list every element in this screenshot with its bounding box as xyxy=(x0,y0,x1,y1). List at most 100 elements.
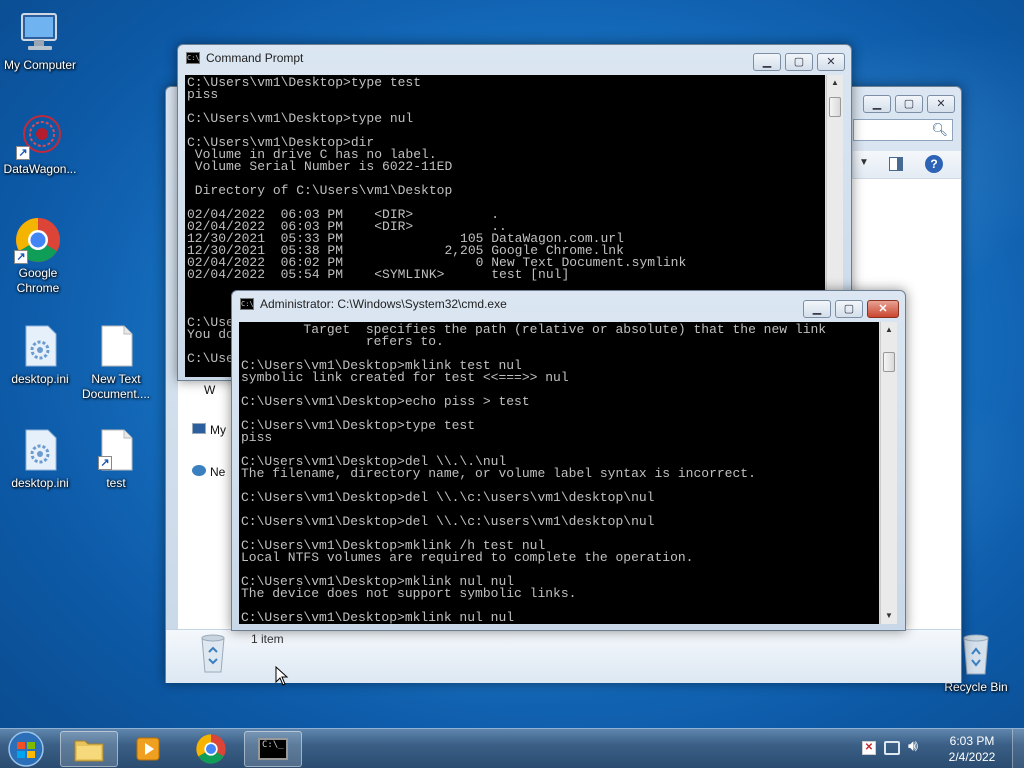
taskbar-cmd[interactable]: C:\_ xyxy=(244,731,302,767)
cmd-icon: C:\_ xyxy=(258,738,288,760)
mouse-cursor-icon xyxy=(275,665,289,691)
close-button[interactable]: ✕ xyxy=(927,95,955,113)
desktop-icon-google-chrome[interactable]: ↗ Google Chrome xyxy=(0,216,78,296)
windows-logo-icon xyxy=(8,731,44,767)
close-button[interactable]: ✕ xyxy=(817,53,845,71)
taskbar-media-player[interactable] xyxy=(120,731,178,767)
search-icon: 🔍︎ xyxy=(931,122,948,137)
desktop-icon-label: desktop.ini xyxy=(11,372,69,386)
maximize-button[interactable]: ▢ xyxy=(835,300,863,318)
clock[interactable]: 6:03 PM 2/4/2022 xyxy=(932,733,1012,765)
start-button[interactable] xyxy=(6,730,46,768)
desktop-icon-my-computer[interactable]: My Computer xyxy=(0,8,80,73)
nav-item-label: W xyxy=(204,383,216,397)
desktop-icon-label: My Computer xyxy=(3,58,77,72)
datawagon-icon: ↗ xyxy=(16,112,64,160)
search-input[interactable]: 🔍︎ xyxy=(853,119,953,141)
minimize-button[interactable]: ▁ xyxy=(863,95,891,113)
nav-item-network[interactable]: Ne xyxy=(192,465,225,479)
text-document-icon xyxy=(92,322,140,370)
nav-item-my-computer[interactable]: My xyxy=(192,423,226,437)
desktop-icon-desktop-ini-2[interactable]: desktop.ini xyxy=(0,426,80,491)
nav-item-w[interactable]: W xyxy=(204,383,215,397)
computer-icon xyxy=(192,423,206,434)
desktop-icon-desktop-ini-1[interactable]: desktop.ini xyxy=(0,322,80,387)
scroll-thumb[interactable] xyxy=(829,97,841,117)
console-line: Volume Serial Number is 6022-11ED xyxy=(187,159,453,174)
console-line: C:\Users\vm1\Desktop>del \\.\c:\users\vm… xyxy=(241,514,655,529)
taskbar: C:\_ ✕ 🔊︎ 6:03 PM 2/4/2022 xyxy=(0,728,1024,768)
cmd-icon: C:\ xyxy=(240,298,254,310)
console-line: C:\Users\vm1\Desktop>mklink nul nul xyxy=(241,610,515,624)
clock-time: 6:03 PM xyxy=(949,734,995,748)
chevron-down-icon[interactable]: ▼ xyxy=(859,157,869,168)
desktop-icon-datawagon[interactable]: ↗ DataWagon... xyxy=(0,112,80,177)
desktop-icon-label: Google Chrome xyxy=(16,266,60,295)
recycle-bin-icon xyxy=(196,632,230,679)
caption-buttons: ▁ ▢ ✕ xyxy=(749,53,845,71)
settings-file-icon xyxy=(16,322,64,370)
scroll-down-arrow[interactable]: ▼ xyxy=(881,608,897,624)
clock-date: 2/4/2022 xyxy=(948,750,996,764)
desktop-icon-new-text-document[interactable]: New Text Document.... xyxy=(76,322,156,402)
scroll-thumb[interactable] xyxy=(883,352,895,372)
window-title: Command Prompt xyxy=(206,51,304,65)
window-title: Administrator: C:\Windows\System32\cmd.e… xyxy=(260,297,507,311)
console-line: 02/04/2022 05:54 PM <SYMLINK> test [nul] xyxy=(187,267,570,282)
preview-pane-icon[interactable] xyxy=(889,157,903,171)
explorer-toolbar: ▼ ? xyxy=(853,151,961,179)
settings-file-icon xyxy=(16,426,64,474)
desktop-icon-label: test xyxy=(106,476,126,490)
console-line: C:\Users\vm1\Desktop>echo piss > test xyxy=(241,394,530,409)
console-line: piss xyxy=(241,430,273,445)
chrome-icon: ↗ xyxy=(14,216,62,264)
console-line: Directory of C:\Users\vm1\Desktop xyxy=(187,183,453,198)
console-line: symbolic link created for test <<===>> n… xyxy=(241,370,569,385)
title-bar[interactable]: C:\ Command Prompt ▁ ▢ ✕ xyxy=(178,45,851,71)
help-icon[interactable]: ? xyxy=(925,155,943,173)
volume-icon[interactable]: 🔊︎ xyxy=(908,738,918,756)
maximize-button[interactable]: ▢ xyxy=(785,53,813,71)
network-icon[interactable] xyxy=(884,741,900,755)
folder-icon xyxy=(74,740,104,762)
console-line: C:\Users\vm1\Desktop>del \\.\c:\users\vm… xyxy=(241,490,655,505)
computer-icon xyxy=(16,8,64,56)
action-center-icon[interactable]: ✕ xyxy=(862,741,876,755)
desktop-icon-label: New Text Document.... xyxy=(81,372,151,401)
scroll-up-arrow[interactable]: ▲ xyxy=(881,322,897,338)
minimize-button[interactable]: ▁ xyxy=(803,300,831,318)
item-count: 1 item xyxy=(251,632,284,646)
system-tray: ✕ 🔊︎ 6:03 PM 2/4/2022 xyxy=(854,729,1024,768)
explorer-caption-buttons: ▁ ▢ ✕ xyxy=(859,95,955,113)
console-line: C:\Users\vm1\Desktop>type test xyxy=(241,418,476,433)
console-line: The device does not support symbolic lin… xyxy=(241,586,577,601)
console-line: The filename, directory name, or volume … xyxy=(241,466,756,481)
console-line: refers to. xyxy=(241,334,444,349)
console-output[interactable]: Target specifies the path (relative or a… xyxy=(239,322,879,624)
cmd-icon: C:\ xyxy=(186,52,200,64)
close-button[interactable]: ✕ xyxy=(867,300,899,318)
admin-cmd-window[interactable]: C:\ Administrator: C:\Windows\System32\c… xyxy=(231,290,906,631)
show-desktop-button[interactable] xyxy=(1012,729,1024,768)
taskbar-explorer[interactable] xyxy=(60,731,118,767)
minimize-button[interactable]: ▁ xyxy=(753,53,781,71)
desktop-icon-label: DataWagon... xyxy=(3,162,77,176)
console-line: piss xyxy=(187,87,219,102)
shortcut-arrow-icon: ↗ xyxy=(14,250,28,264)
shortcut-arrow-icon: ↗ xyxy=(16,146,30,160)
caption-buttons: ▁ ▢ ✕ xyxy=(799,300,899,318)
console-line: C:\Users\vm1\Desktop>type nul xyxy=(187,111,414,126)
chrome-icon xyxy=(196,734,226,764)
title-bar[interactable]: C:\ Administrator: C:\Windows\System32\c… xyxy=(232,291,905,318)
nav-item-label: My xyxy=(210,423,226,437)
desktop-icon-test[interactable]: ↗ test xyxy=(76,426,156,491)
vertical-scrollbar[interactable]: ▲ ▼ xyxy=(880,322,897,624)
console-line: C:\Users\vm1\Desktop>type test xyxy=(187,75,422,90)
nav-item-label: Ne xyxy=(210,465,226,479)
shortcut-arrow-icon: ↗ xyxy=(98,456,112,470)
taskbar-chrome[interactable] xyxy=(182,731,240,767)
console-line: Local NTFS volumes are required to compl… xyxy=(241,550,694,565)
network-icon xyxy=(192,465,206,476)
maximize-button[interactable]: ▢ xyxy=(895,95,923,113)
scroll-up-arrow[interactable]: ▲ xyxy=(827,75,843,91)
